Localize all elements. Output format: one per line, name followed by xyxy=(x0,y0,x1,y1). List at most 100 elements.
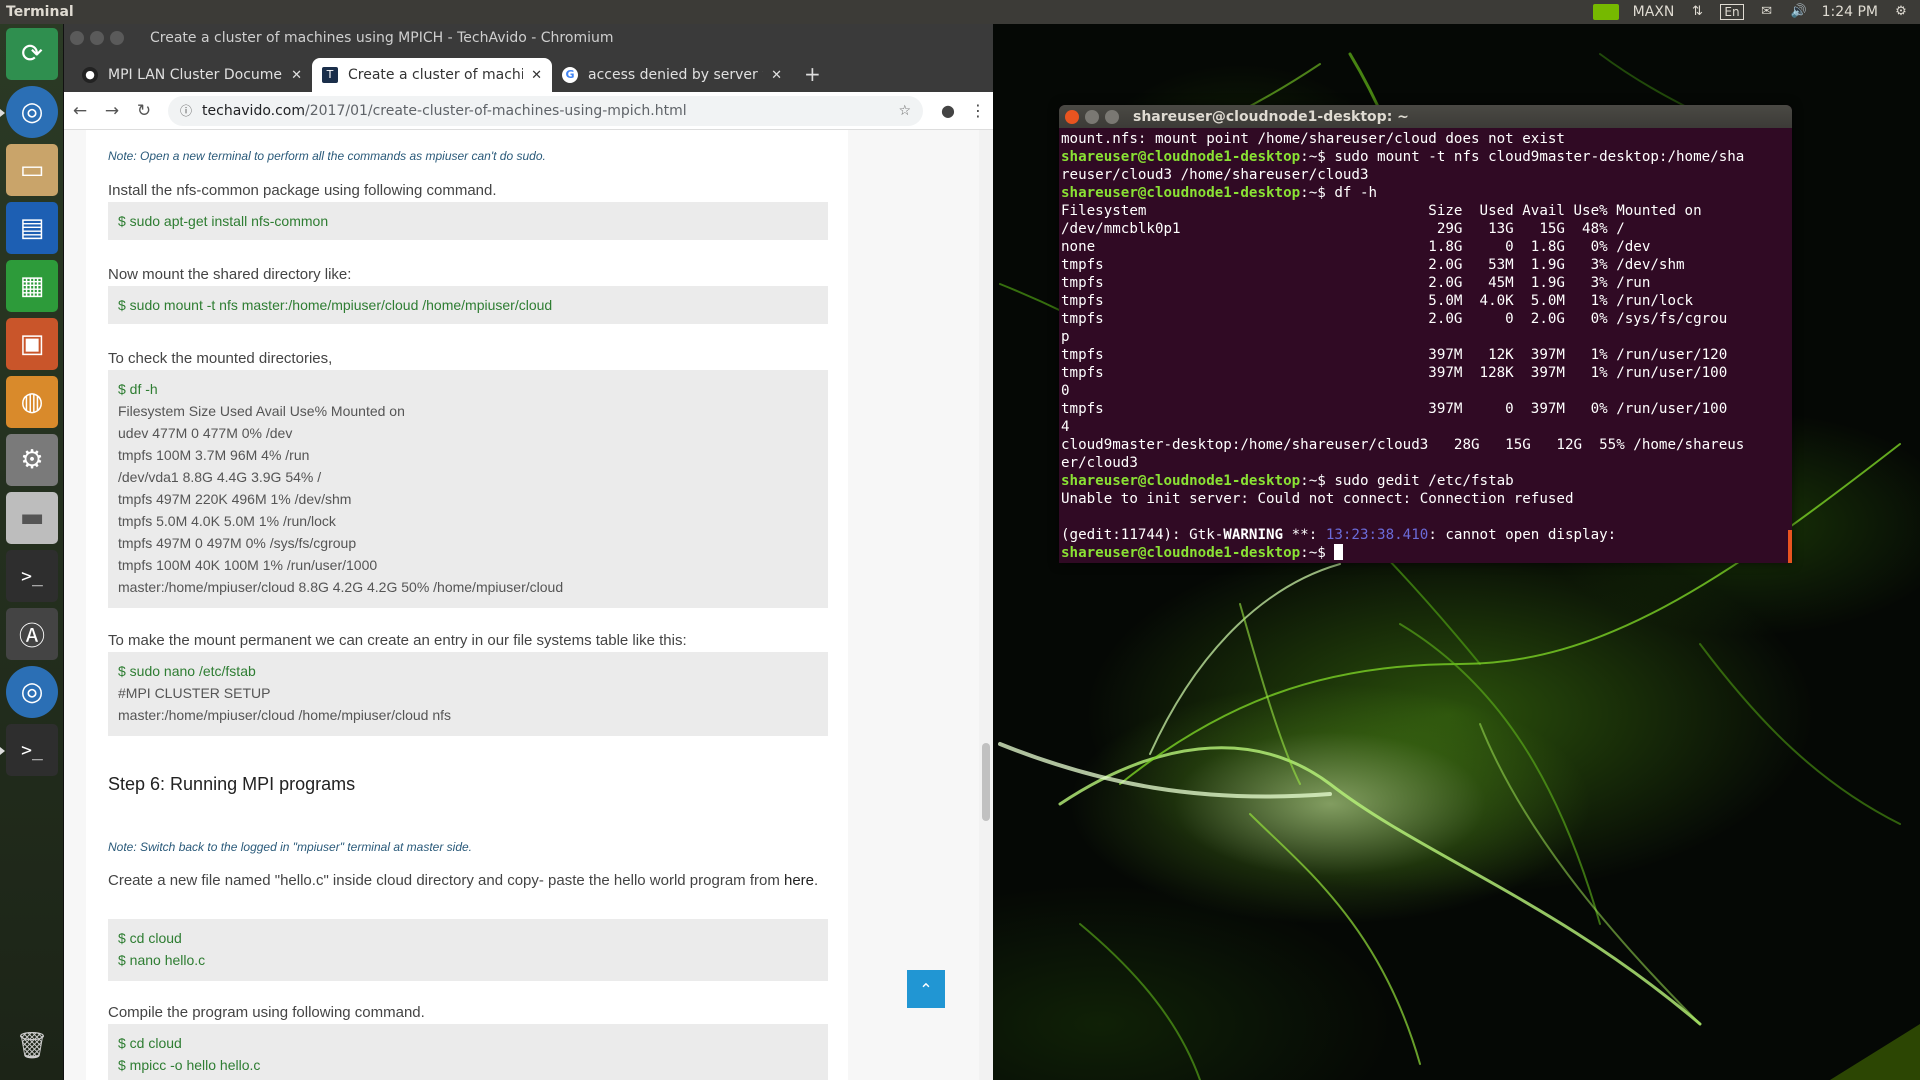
techavido-icon: T xyxy=(322,67,338,83)
minimize-button[interactable] xyxy=(90,31,104,45)
code-block-fstab: $ sudo nano /etc/fstab #MPI CLUSTER SETU… xyxy=(108,652,828,736)
terminal-line: tmpfs 397M 0 397M 0% /run/user/100 xyxy=(1061,401,1728,417)
code-line: #MPI CLUSTER SETUP xyxy=(118,685,271,701)
volume-icon[interactable]: 🔊 xyxy=(1790,5,1808,19)
code-line: tmpfs 497M 0 497M 0% /sys/fs/cgroup xyxy=(118,535,357,551)
tab-label: Create a cluster of machin xyxy=(348,67,524,83)
window-title: Create a cluster of machines using MPICH… xyxy=(150,30,614,46)
close-icon[interactable]: ✕ xyxy=(771,68,782,83)
launcher-system-settings[interactable]: ⚙ xyxy=(6,434,58,486)
terminal-command: sudo mount -t nfs cloud9master-desktop:/… xyxy=(1334,149,1745,165)
terminal-line: reuser/cloud3 /home/shareuser/cloud3 xyxy=(1061,167,1369,183)
back-icon[interactable]: ← xyxy=(64,101,96,121)
github-icon: ● xyxy=(82,67,98,83)
launcher-terminal[interactable]: >_ xyxy=(6,550,58,602)
terminal-line: tmpfs 2.0G 0 2.0G 0% /sys/fs/cgrou xyxy=(1061,311,1728,327)
tab-create-cluster[interactable]: T Create a cluster of machin ✕ xyxy=(312,58,552,92)
terminal-line: tmpfs 2.0G 53M 1.9G 3% /dev/shm xyxy=(1061,257,1685,273)
code-line: tmpfs 100M 3.7M 96M 4% /run xyxy=(118,447,310,463)
note-open-terminal: Note: Open a new terminal to perform all… xyxy=(108,149,546,163)
launcher-files[interactable]: ▭ xyxy=(6,144,58,196)
power-mode-label[interactable]: MAXN xyxy=(1633,4,1675,20)
chromium-icon: ◎ xyxy=(20,677,44,707)
gear-icon[interactable]: ⚙ xyxy=(1892,5,1910,19)
new-tab-button[interactable]: + xyxy=(804,62,821,86)
code-line: master:/home/mpiuser/cloud /home/mpiuser… xyxy=(118,707,452,723)
terminal-line: shareuser@cloudnode1-desktop:~$ sudo mou… xyxy=(1061,149,1745,165)
wrench-gear-icon: ⚙ xyxy=(20,445,44,475)
launcher-trash[interactable]: 🗑 xyxy=(6,1020,58,1072)
launcher-calc[interactable]: ▦ xyxy=(6,260,58,312)
close-icon[interactable]: ✕ xyxy=(291,68,302,83)
terminal-line: p xyxy=(1061,329,1070,345)
clock[interactable]: 1:24 PM xyxy=(1822,4,1878,20)
close-icon[interactable]: ✕ xyxy=(531,68,542,83)
terminal-icon: >_ xyxy=(21,565,43,587)
maximize-button[interactable] xyxy=(110,31,124,45)
code-line: tmpfs 497M 220K 496M 1% /dev/shm xyxy=(118,491,352,507)
code-block-compile: $ cd cloud $ mpicc -o hello hello.c xyxy=(108,1024,828,1080)
close-button[interactable] xyxy=(1065,109,1079,124)
launcher-software-center[interactable]: ◍ xyxy=(6,376,58,428)
launcher-chromium[interactable]: ◎ xyxy=(0,86,58,138)
browser-toolbar: ← → ↻ ⓘ techavido.com/2017/01/create-clu… xyxy=(64,92,993,130)
info-icon[interactable]: ⓘ xyxy=(180,102,192,119)
terminal-line: tmpfs 5.0M 4.0K 5.0M 1% /run/lock xyxy=(1061,293,1694,309)
here-link[interactable]: here xyxy=(784,872,814,889)
tab-mpi-lan-cluster[interactable]: ● MPI LAN Cluster Docume ✕ xyxy=(72,58,312,92)
shopping-bag-icon: ◍ xyxy=(20,387,44,417)
terminal-titlebar: shareuser@cloudnode1-desktop: ~ xyxy=(1059,105,1792,128)
network-transfer-icon[interactable]: ⇅ xyxy=(1688,5,1706,19)
scroll-to-top-button[interactable]: ⌃ xyxy=(907,970,945,1008)
tab-access-denied[interactable]: G access denied by server w ✕ xyxy=(552,58,792,92)
reload-icon[interactable]: ↻ xyxy=(128,101,160,121)
forward-icon[interactable]: → xyxy=(96,101,128,121)
page-viewport: Note: Open a new terminal to perform all… xyxy=(64,130,993,1080)
terminal-line: /dev/mmcblk0p1 29G 13G 15G 48% / xyxy=(1061,221,1625,237)
scrollbar-thumb[interactable] xyxy=(982,743,990,821)
tab-label: MPI LAN Cluster Docume xyxy=(108,67,283,83)
launcher-disk[interactable]: ▬ xyxy=(6,492,58,544)
launcher-writer[interactable]: ▤ xyxy=(6,202,58,254)
launcher-updater[interactable]: ⟳ xyxy=(6,28,58,80)
terminal-output[interactable]: mount.nfs: mount point /home/shareuser/c… xyxy=(1059,128,1792,562)
minimize-button[interactable] xyxy=(1085,109,1099,124)
url-path: /2017/01/create-cluster-of-machines-usin… xyxy=(305,102,687,119)
terminal-line: 4 xyxy=(1061,419,1070,435)
code-block-hello: $ cd cloud $ nano hello.c xyxy=(108,919,828,981)
warning-segment: : cannot open display: xyxy=(1428,527,1617,543)
page-scrollbar[interactable] xyxy=(979,130,993,1080)
keyboard-layout-indicator[interactable]: En xyxy=(1720,4,1744,20)
warning-segment: 13:23:38.410 xyxy=(1325,527,1429,543)
launcher-impress[interactable]: ▣ xyxy=(6,318,58,370)
account-icon[interactable]: ● xyxy=(933,101,963,120)
code-line: $ sudo nano /etc/fstab xyxy=(118,663,256,679)
close-button[interactable] xyxy=(70,31,84,45)
code-line: tmpfs 100M 40K 100M 1% /run/user/1000 xyxy=(118,557,378,573)
paragraph-permanent: To make the mount permanent we can creat… xyxy=(108,632,687,649)
terminal-line: shareuser@cloudnode1-desktop:~$ xyxy=(1061,544,1790,562)
article: Note: Open a new terminal to perform all… xyxy=(86,130,848,1080)
launcher-terminal-2[interactable]: >_ xyxy=(0,724,58,776)
terminal-line: 0 xyxy=(1061,383,1070,399)
presentation-icon: ▣ xyxy=(19,329,45,359)
tab-label: access denied by server w xyxy=(588,67,764,83)
bookmark-star-icon[interactable]: ☆ xyxy=(898,103,911,119)
menu-kebab-icon[interactable]: ⋮ xyxy=(963,101,993,120)
terminal-line: Unable to init server: Could not connect… xyxy=(1061,491,1574,507)
terminal-line: tmpfs 397M 128K 397M 1% /run/user/100 xyxy=(1061,365,1728,381)
terminal-line: (gedit:11744): Gtk-WARNING **: 13:23:38.… xyxy=(1061,526,1790,544)
launcher: ⟳ ◎ ▭ ▤ ▦ ▣ ◍ ⚙ ▬ >_ Ⓐ ◎ >_ 🗑 xyxy=(0,24,64,1080)
terminal-line: none 1.8G 0 1.8G 0% /dev xyxy=(1061,239,1651,255)
chromium-window: Create a cluster of machines using MPICH… xyxy=(64,24,993,1080)
address-bar[interactable]: ⓘ techavido.com/2017/01/create-cluster-o… xyxy=(168,95,923,126)
code-line: $ sudo mount -t nfs master:/home/mpiuser… xyxy=(118,297,553,313)
mail-icon[interactable]: ✉ xyxy=(1758,5,1776,19)
maximize-button[interactable] xyxy=(1105,109,1119,124)
active-app-title: Terminal xyxy=(6,4,74,20)
launcher-chromium-2[interactable]: ◎ xyxy=(6,666,58,718)
launcher-software-updater[interactable]: Ⓐ xyxy=(6,608,58,660)
terminal-prompt: shareuser@cloudnode1-desktop xyxy=(1061,545,1301,561)
nvidia-icon[interactable] xyxy=(1592,4,1619,20)
